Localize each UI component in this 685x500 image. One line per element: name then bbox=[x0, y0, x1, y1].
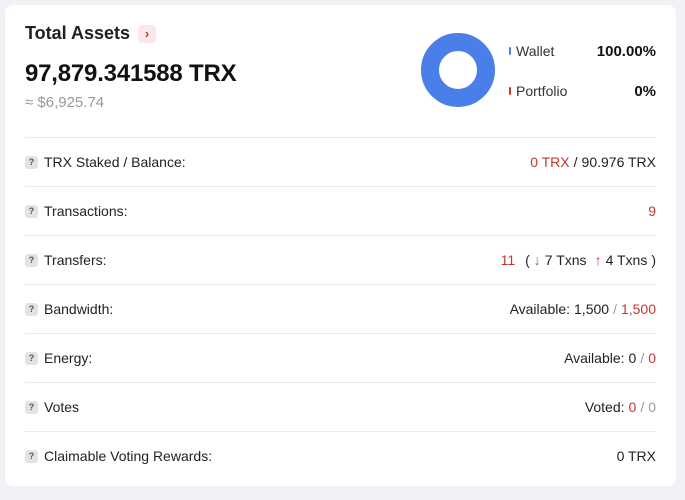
row-label: Claimable Voting Rewards: bbox=[44, 448, 213, 464]
staked-value[interactable]: 0 TRX bbox=[530, 154, 569, 170]
row-claimable-rewards: ? Claimable Voting Rewards: 0 TRX bbox=[25, 431, 656, 480]
asset-legend: Wallet 100.00% Portfolio 0% bbox=[509, 41, 656, 121]
row-label: Energy: bbox=[44, 350, 93, 366]
legend-marker-wallet bbox=[509, 47, 511, 55]
help-icon[interactable]: ? bbox=[25, 351, 38, 365]
paren-open: ( bbox=[525, 252, 530, 268]
bandwidth-available: 1,500 bbox=[574, 301, 610, 317]
legend-label: Portfolio bbox=[516, 83, 568, 99]
legend-value: 100.00% bbox=[596, 42, 656, 60]
legend-marker-portfolio bbox=[509, 87, 511, 95]
arrow-down-icon: ↓ bbox=[533, 252, 541, 268]
total-assets-card: Total Assets › 97,879.341588 TRX ≈ $6,92… bbox=[5, 5, 676, 486]
help-icon[interactable]: ? bbox=[25, 155, 38, 169]
row-label: Votes bbox=[44, 399, 80, 415]
paren-close: ) bbox=[651, 252, 656, 268]
votes-voted: 0 bbox=[628, 399, 637, 415]
separator: / bbox=[613, 301, 617, 317]
chevron-right-icon[interactable]: › bbox=[138, 24, 157, 43]
asset-donut-chart bbox=[421, 33, 495, 107]
wallet-slice bbox=[421, 33, 495, 107]
row-votes: ? Votes Voted: 0 / 0 bbox=[25, 382, 656, 431]
row-transfers: ? Transfers: 11 ( ↓ 7 Txns ↑ 4 Txns ) bbox=[25, 235, 656, 284]
help-icon[interactable]: ? bbox=[25, 449, 38, 463]
transfers-count[interactable]: 11 bbox=[501, 252, 516, 268]
row-label: Bandwidth: bbox=[44, 301, 114, 317]
legend-label: Wallet bbox=[516, 43, 555, 59]
row-bandwidth: ? Bandwidth: Available: 1,500 / 1,500 bbox=[25, 284, 656, 333]
balance-value: 90.976 TRX bbox=[581, 154, 656, 170]
row-transactions: ? Transactions: 9 bbox=[25, 186, 656, 235]
arrow-up-icon: ↑ bbox=[594, 252, 602, 268]
separator: / bbox=[640, 399, 645, 415]
voted-label: Voted: bbox=[584, 399, 625, 415]
stats-list: ? TRX Staked / Balance: 0 TRX / 90.976 T… bbox=[25, 137, 656, 480]
row-energy: ? Energy: Available: 0 / 0 bbox=[25, 333, 656, 382]
help-icon[interactable]: ? bbox=[25, 253, 38, 267]
bandwidth-total: 1,500 bbox=[620, 301, 656, 317]
available-label: Available: bbox=[564, 350, 625, 366]
separator: / bbox=[640, 350, 645, 366]
row-label: Transfers: bbox=[44, 252, 107, 268]
energy-available: 0 bbox=[628, 350, 637, 366]
incoming-txns: 7 Txns bbox=[544, 252, 587, 268]
legend-item-portfolio: Portfolio 0% bbox=[509, 81, 656, 101]
legend-item-wallet: Wallet 100.00% bbox=[509, 41, 656, 61]
legend-value: 0% bbox=[634, 82, 656, 100]
help-icon[interactable]: ? bbox=[25, 302, 38, 316]
rewards-value: 0 TRX bbox=[616, 448, 656, 464]
separator: / bbox=[573, 154, 578, 170]
transactions-count[interactable]: 9 bbox=[648, 203, 656, 219]
row-trx-staked: ? TRX Staked / Balance: 0 TRX / 90.976 T… bbox=[25, 137, 656, 186]
row-label: Transactions: bbox=[44, 203, 128, 219]
row-label: TRX Staked / Balance: bbox=[44, 154, 186, 170]
outgoing-txns: 4 Txns bbox=[605, 252, 648, 268]
page-title: Total Assets bbox=[25, 23, 131, 43]
help-icon[interactable]: ? bbox=[25, 204, 38, 218]
energy-total: 0 bbox=[648, 350, 656, 366]
available-label: Available: bbox=[509, 301, 571, 317]
help-icon[interactable]: ? bbox=[25, 400, 38, 414]
votes-total: 0 bbox=[648, 399, 656, 415]
